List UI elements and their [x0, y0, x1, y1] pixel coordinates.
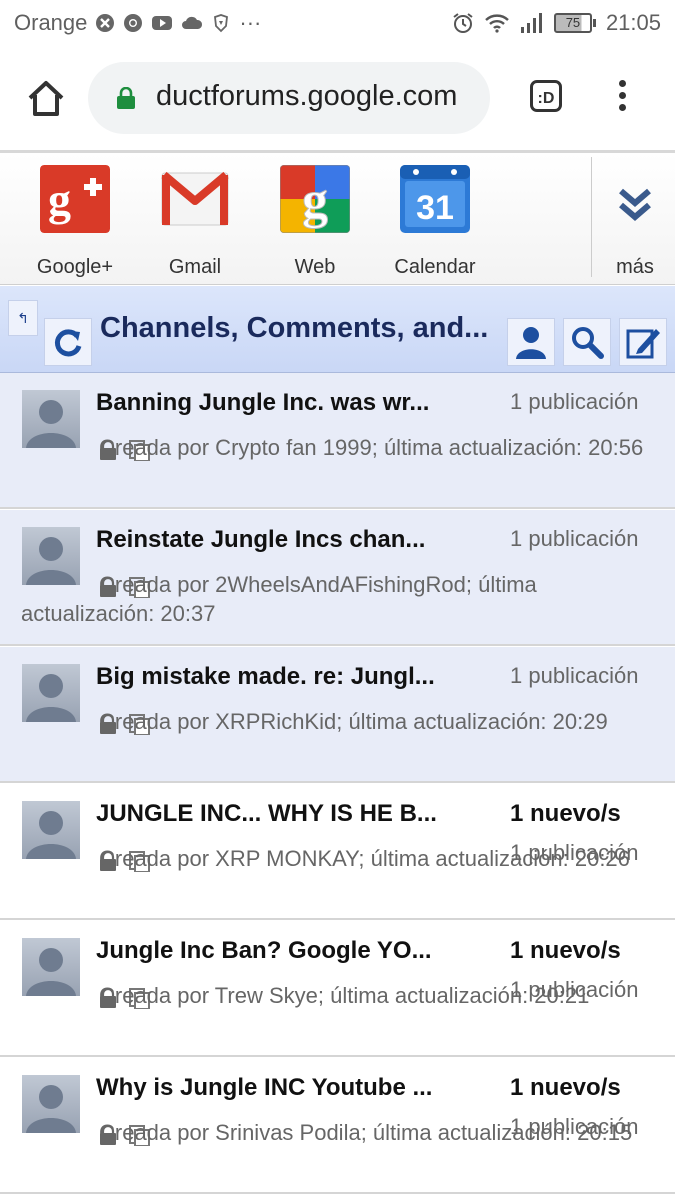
chrome-icon [124, 14, 143, 32]
new-count-badge: 1 nuevo/s [510, 937, 621, 964]
wifi-icon [485, 14, 509, 33]
brave-icon [214, 14, 229, 33]
compose-button[interactable] [619, 318, 667, 366]
google-plus-icon: g [40, 165, 110, 233]
thread-meta: Creada por 2WheelsAndAFishingRod; última… [21, 572, 537, 626]
app-label: Web [294, 256, 336, 278]
thread-title[interactable]: Banning Jungle Inc. was wr... [96, 389, 471, 417]
svg-text:g: g [302, 172, 328, 229]
thread-row[interactable]: Reinstate Jungle Incs chan... 1 publicaci… [0, 510, 675, 646]
gmail-icon [161, 171, 229, 226]
thread-title[interactable]: Why is Jungle INC Youtube ... [96, 1074, 471, 1102]
compose-icon [626, 329, 660, 359]
address-bar[interactable]: ductforums.google.com [88, 62, 490, 134]
carrier-label: Orange [14, 10, 88, 35]
thread-meta: Creada por Crypto fan 1999; última actua… [99, 435, 644, 460]
svg-text:g: g [48, 174, 71, 225]
thread-title[interactable]: Big mistake made. re: Jungl... [96, 663, 471, 691]
double-chevron-down-icon [619, 188, 651, 221]
tab-switcher-button[interactable]: :D [530, 80, 562, 112]
close-circle-icon [96, 14, 115, 32]
thread-title[interactable]: Reinstate Jungle Incs chan... [96, 526, 471, 554]
thread-row[interactable]: Jungle Inc Ban? Google YO... 1 nuevo/s 1 p… [0, 921, 675, 1057]
youtube-icon [152, 16, 173, 30]
alarm-icon [453, 13, 473, 33]
clock: 21:05 [605, 10, 661, 35]
thread-title[interactable]: Jungle Inc Ban? Google YO... [96, 937, 471, 965]
app-label: Gmail [168, 256, 222, 278]
post-count: 1 publicación [510, 663, 639, 688]
new-count-badge: 1 nuevo/s [510, 800, 621, 827]
thread-meta: Creada por Srinivas Podila; última actua… [99, 1120, 633, 1145]
forum-title: Channels, Comments, and... [100, 312, 489, 344]
google-web-icon: g [279, 164, 351, 234]
search-icon [572, 327, 604, 359]
thread-row[interactable]: Big mistake made. re: Jungl... 1 publicac… [0, 647, 675, 783]
calendar-icon: 31 [400, 165, 470, 233]
search-button[interactable] [563, 318, 611, 366]
refresh-button[interactable] [44, 318, 92, 366]
home-icon[interactable] [24, 76, 68, 120]
thread-row[interactable]: JUNGLE INC... WHY IS HE B... 1 nuevo/s 1 p… [0, 784, 675, 920]
app-label: Google+ [36, 256, 114, 278]
battery-level: 75 [553, 13, 592, 33]
battery-icon: 75 [553, 13, 596, 33]
back-button[interactable]: ↰ [8, 300, 38, 336]
thread-title[interactable]: JUNGLE INC... WHY IS HE B... [96, 800, 471, 828]
more-apps-button[interactable]: más [600, 165, 670, 279]
overflow-menu-icon[interactable] [612, 80, 632, 116]
thread-meta: Creada por XRP MONKAY; última actualizac… [99, 846, 630, 871]
url-text[interactable]: ductforums.google.com [156, 80, 476, 113]
post-count: 1 publicación [510, 389, 639, 414]
lock-icon [117, 87, 135, 109]
divider [591, 157, 592, 277]
more-notifications-icon: ··· [239, 10, 262, 35]
profile-button[interactable] [507, 318, 555, 366]
app-google-plus[interactable]: g Google+ [25, 165, 125, 279]
app-web[interactable]: g Web [265, 164, 365, 279]
thread-row[interactable]: Banning Jungle Inc. was wr... 1 publicaci… [0, 373, 675, 509]
cloud-icon [182, 16, 203, 29]
browser-toolbar: ductforums.google.com :D [0, 46, 675, 150]
more-apps-label: más [616, 256, 654, 278]
google-apps-bar: g Google+ Gmail g Web 31 Calendar más [0, 150, 675, 285]
refresh-icon [54, 329, 82, 357]
signal-icon [520, 13, 542, 33]
status-bar: Orange ··· 75 21:05 [0, 0, 675, 46]
post-count: 1 publicación [510, 526, 639, 551]
thread-meta: Creada por Trew Skye; última actualizaci… [99, 983, 590, 1008]
app-calendar[interactable]: 31 Calendar [385, 165, 485, 279]
app-gmail[interactable]: Gmail [145, 165, 245, 279]
thread-meta: Creada por XRPRichKid; última actualizac… [99, 709, 608, 734]
forum-header: ↰ Channels, Comments, and... [0, 286, 675, 373]
thread-row[interactable]: Why is Jungle INC Youtube ... 1 nuevo/s 1 … [0, 1058, 675, 1194]
new-count-badge: 1 nuevo/s [510, 1074, 621, 1101]
user-icon [516, 327, 546, 359]
app-label: Calendar [394, 256, 476, 278]
calendar-date: 31 [416, 189, 454, 227]
